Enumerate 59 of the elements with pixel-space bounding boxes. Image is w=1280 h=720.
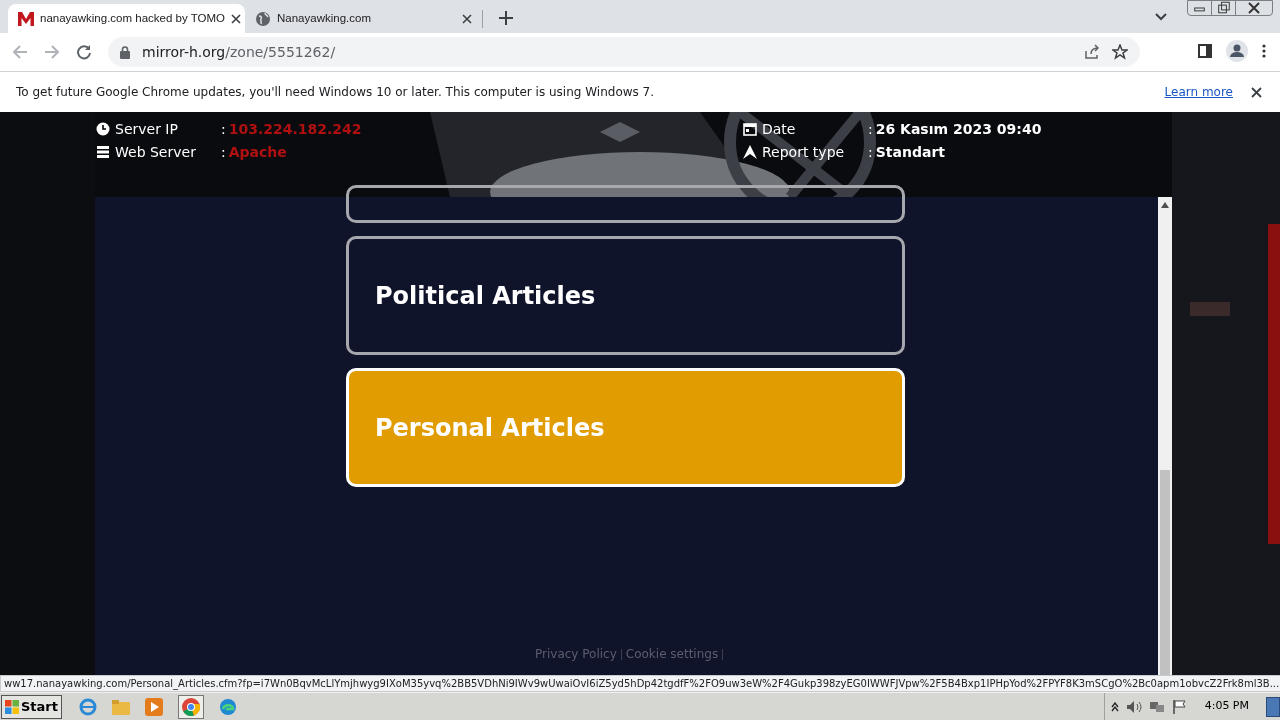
profile-icon[interactable] [1226, 40, 1248, 62]
info-label: Web Server [115, 142, 197, 162]
info-label: Server IP [115, 119, 179, 139]
close-icon[interactable] [462, 13, 472, 24]
arrow-up-icon [743, 145, 757, 159]
side-panel-icon[interactable] [1198, 44, 1212, 58]
close-icon[interactable] [1251, 86, 1262, 98]
close-icon[interactable] [230, 13, 241, 24]
status-url: ww17.nanayawking.com/Personal_Articles.cfm?fp=i7Wn0BqvMcLlYmjhwyg9IXoM35yvq%2BB5VDhNi9IWv9wUwaiOvI6iZ5yd5hDp42tgdfF%2FO9uw3eW%2F4Gukp398zyEG0IWWFJVpw%2F5B4Bxp1IPHpYod%2FPYF8K3mSCgO%2Bc0apm1obvcZ2Frk8ml3B... [4, 677, 1280, 691]
colon-separator: : [221, 119, 226, 139]
article-card[interactable]: Political Articles [346, 236, 905, 355]
speaker-icon[interactable] [1125, 699, 1142, 714]
browser-tab[interactable]: nanayawking.com hacked by TOMO [8, 4, 245, 33]
new-tab-icon[interactable] [499, 11, 513, 25]
flag-icon[interactable] [1171, 699, 1186, 714]
browser-tab[interactable]: Nanayawking.com [245, 4, 482, 33]
tab-title: Nanayawking.com [277, 10, 372, 26]
info-value: Apache [228, 142, 287, 162]
start-button[interactable]: Start [1, 694, 62, 719]
calendar-icon [743, 122, 757, 136]
address-bar[interactable]: mirror-h.org/zone/5551262/ [108, 37, 1140, 67]
article-card[interactable] [346, 185, 905, 223]
m-logo-icon [18, 11, 34, 26]
star-icon[interactable] [1112, 44, 1128, 60]
lock-icon [120, 45, 130, 59]
scrollbar-thumb[interactable] [1160, 470, 1170, 675]
info-label: Date [762, 119, 797, 139]
reload-icon[interactable] [76, 44, 92, 60]
chevron-down-icon[interactable] [1155, 13, 1167, 21]
clock: 4:05 PM [1204, 698, 1249, 715]
info-value: Standart [875, 142, 945, 162]
learn-more-link[interactable]: Learn more [1164, 83, 1233, 101]
server-icon [96, 145, 110, 159]
menu-icon[interactable] [1262, 44, 1266, 58]
tray-expand-icon[interactable] [1110, 701, 1119, 712]
show-desktop-button[interactable] [1266, 696, 1280, 717]
article-title: Personal Articles [375, 412, 605, 444]
network-icon[interactable] [1148, 699, 1165, 714]
info-value: 103.224.182.242 [228, 119, 362, 139]
article-title: Political Articles [375, 280, 596, 312]
chrome-icon [182, 697, 200, 716]
url-text: mirror-h.org/zone/5551262/ [142, 42, 336, 62]
chrome-taskbar-button[interactable] [178, 694, 204, 719]
clock-icon [96, 122, 110, 136]
info-label: Report type [762, 142, 846, 162]
internet-explorer-icon[interactable] [79, 697, 97, 716]
colon-separator: : [868, 142, 873, 162]
info-value: 26 Kasım 2023 09:40 [875, 119, 1042, 139]
infobar-message: To get future Google Chrome updates, you'll need Windows 10 or later. This computer is using Windows 7. [16, 84, 656, 101]
share-icon[interactable] [1084, 44, 1100, 60]
colon-separator: : [221, 142, 226, 162]
globe-icon [255, 10, 271, 27]
colon-separator: : [868, 119, 873, 139]
media-player-icon[interactable] [145, 697, 163, 716]
windows-logo-icon [5, 699, 19, 714]
tab-title: nanayawking.com hacked by TOMO [40, 10, 225, 26]
scroll-up-icon[interactable] [1161, 202, 1169, 208]
edge-icon[interactable] [219, 697, 237, 716]
scrollbar[interactable] [1158, 197, 1172, 675]
